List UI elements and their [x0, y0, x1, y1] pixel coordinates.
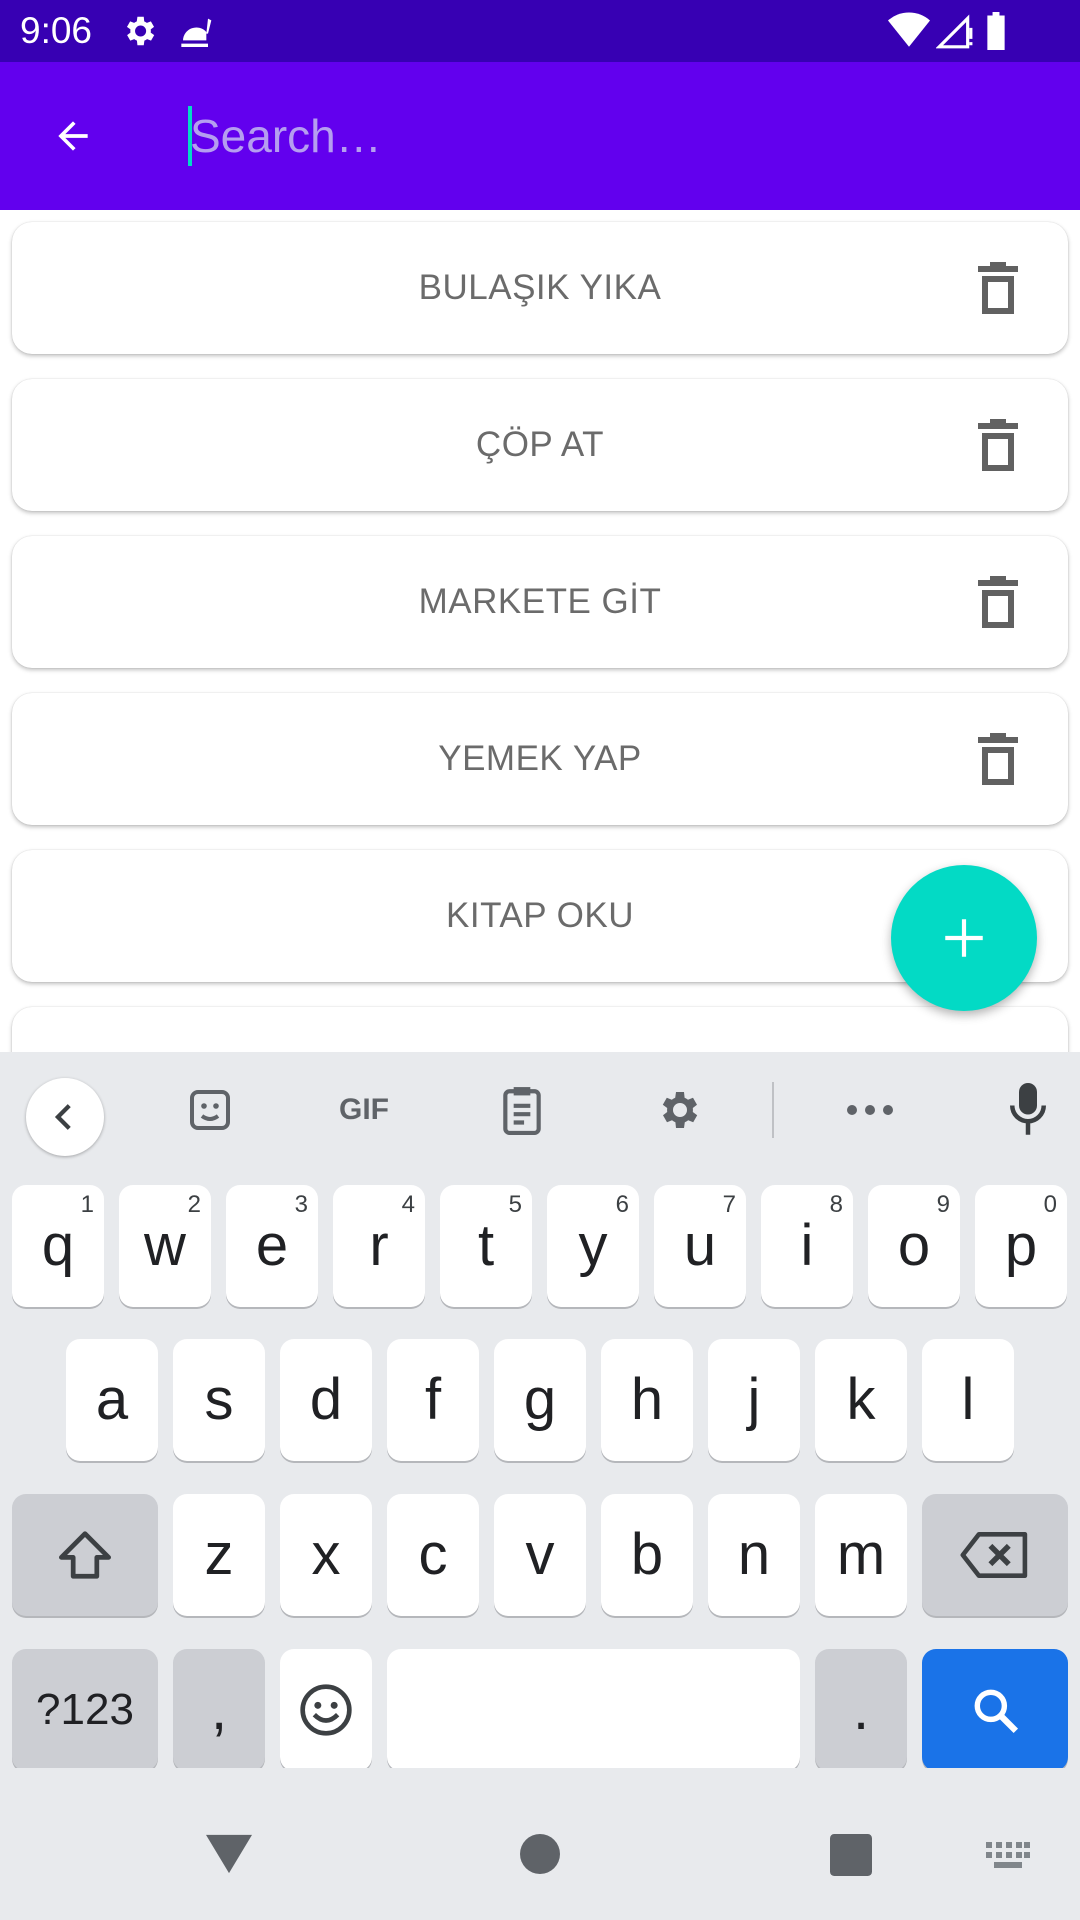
key-u[interactable]: u7 — [654, 1185, 746, 1307]
emoji-icon — [300, 1684, 352, 1736]
recents-nav-icon[interactable] — [830, 1834, 872, 1876]
mic-icon[interactable] — [1000, 1080, 1056, 1140]
battery-icon — [984, 12, 1008, 55]
key-q[interactable]: q1 — [12, 1185, 104, 1307]
key-i[interactable]: i8 — [761, 1185, 853, 1307]
key-t[interactable]: t5 — [440, 1185, 532, 1307]
key-s[interactable]: s — [173, 1339, 265, 1461]
backspace-key[interactable] — [922, 1494, 1068, 1616]
gif-icon[interactable]: GIF — [326, 1080, 402, 1140]
task-label: YEMEK YAP — [438, 739, 642, 778]
trash-icon[interactable] — [978, 419, 1018, 471]
navigation-bar — [0, 1768, 1080, 1920]
space-key[interactable] — [387, 1649, 800, 1771]
task-label: ÇÖP AT — [475, 425, 605, 464]
restaurant-icon — [178, 12, 218, 57]
task-card[interactable]: MARKETE GİT — [12, 536, 1068, 668]
signal-icon — [935, 12, 974, 55]
task-card[interactable]: ÇÖP AT — [12, 379, 1068, 511]
gear-icon — [120, 12, 158, 55]
status-bar: 9:06 — [0, 0, 1080, 62]
search-icon — [974, 1689, 1019, 1734]
settings-icon[interactable] — [646, 1080, 710, 1140]
search-input[interactable] — [186, 104, 1046, 168]
key-y[interactable]: y6 — [547, 1185, 639, 1307]
search-key[interactable] — [922, 1649, 1068, 1771]
clipboard-icon[interactable] — [490, 1080, 554, 1140]
emoji-key[interactable] — [280, 1649, 372, 1771]
key-j[interactable]: j — [708, 1339, 800, 1461]
key-v[interactable]: v — [494, 1494, 586, 1616]
key-b[interactable]: b — [601, 1494, 693, 1616]
backspace-icon — [960, 1532, 1028, 1578]
chevron-left-icon[interactable] — [26, 1078, 104, 1156]
key-r[interactable]: r4 — [333, 1185, 425, 1307]
key-n[interactable]: n — [708, 1494, 800, 1616]
symbols-key[interactable]: ?123 — [12, 1649, 158, 1771]
key-h[interactable]: h — [601, 1339, 693, 1461]
plus-icon — [945, 919, 983, 957]
key-g[interactable]: g — [494, 1339, 586, 1461]
wifi-icon — [888, 12, 930, 55]
key-p[interactable]: p0 — [975, 1185, 1067, 1307]
comma-key[interactable]: , — [173, 1649, 265, 1771]
toolbar-divider — [772, 1082, 774, 1138]
key-l[interactable]: l — [922, 1339, 1014, 1461]
key-a[interactable]: a — [66, 1339, 158, 1461]
keyboard-toolbar: GIF — [0, 1052, 1080, 1168]
arrow-back-icon[interactable] — [38, 106, 108, 166]
key-f[interactable]: f — [387, 1339, 479, 1461]
sticker-icon[interactable] — [178, 1080, 242, 1140]
more-icon[interactable] — [840, 1080, 900, 1140]
key-m[interactable]: m — [815, 1494, 907, 1616]
task-label: BULAŞIK YIKA — [418, 268, 662, 307]
key-w[interactable]: w2 — [119, 1185, 211, 1307]
key-x[interactable]: x — [280, 1494, 372, 1616]
shift-key[interactable] — [12, 1494, 158, 1616]
search-field[interactable] — [186, 104, 1046, 168]
key-z[interactable]: z — [173, 1494, 265, 1616]
key-o[interactable]: o9 — [868, 1185, 960, 1307]
key-c[interactable]: c — [387, 1494, 479, 1616]
task-card[interactable]: YEMEK YAP — [12, 693, 1068, 825]
status-time: 9:06 — [20, 10, 93, 51]
app-bar — [0, 62, 1080, 210]
trash-icon[interactable] — [978, 576, 1018, 628]
text-cursor — [188, 106, 192, 166]
trash-icon[interactable] — [978, 262, 1018, 314]
trash-icon[interactable] — [978, 733, 1018, 785]
key-e[interactable]: e3 — [226, 1185, 318, 1307]
key-k[interactable]: k — [815, 1339, 907, 1461]
home-nav-icon[interactable] — [520, 1834, 560, 1874]
keyboard-switch-icon[interactable] — [986, 1842, 1030, 1870]
key-d[interactable]: d — [280, 1339, 372, 1461]
back-nav-icon[interactable] — [206, 1834, 252, 1874]
period-key[interactable]: . — [815, 1649, 907, 1771]
add-task-button[interactable] — [891, 865, 1037, 1011]
task-label: MARKETE GİT — [418, 582, 662, 621]
shift-icon — [59, 1531, 111, 1579]
task-card[interactable] — [12, 1007, 1068, 1052]
task-card[interactable]: BULAŞIK YIKA — [12, 222, 1068, 354]
